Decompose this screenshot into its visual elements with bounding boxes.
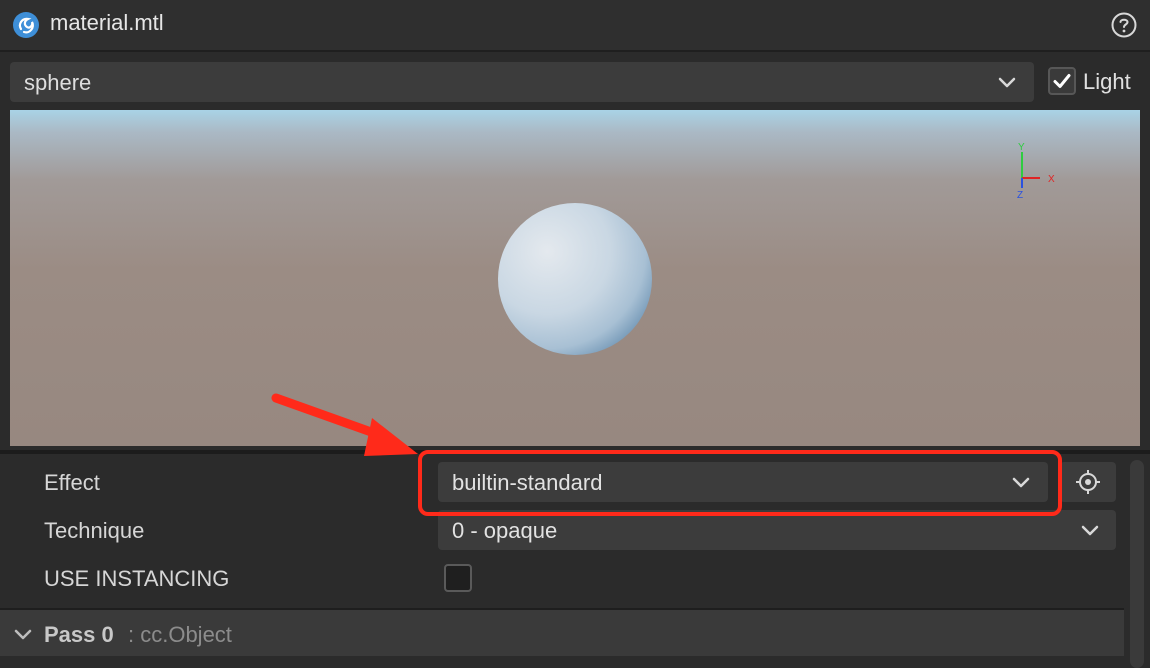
checkmark-icon	[1053, 74, 1071, 88]
window-title: material.mtl	[50, 10, 164, 35]
effect-label: Effect	[44, 470, 100, 495]
pass-type: : cc.Object	[128, 622, 232, 647]
technique-label: Technique	[44, 518, 145, 543]
chevron-down-icon	[1081, 525, 1099, 536]
scrollbar[interactable]	[1130, 460, 1144, 668]
axis-y-label: Y	[1018, 142, 1025, 153]
axis-z-label: Z	[1017, 190, 1023, 201]
light-label: Light	[1083, 69, 1131, 94]
chevron-down-icon	[998, 77, 1016, 88]
use-instancing-checkbox[interactable]	[444, 564, 472, 592]
axis-x-label: X	[1048, 174, 1055, 185]
pass-0-header[interactable]: Pass 0 : cc.Object	[0, 608, 1124, 656]
chevron-down-icon	[14, 629, 32, 640]
use-instancing-label: USE INSTANCING	[44, 566, 230, 591]
material-preview-viewport[interactable]: Y X Z	[10, 110, 1140, 446]
technique-select[interactable]: 0 - opaque	[438, 510, 1116, 550]
title-bar: material.mtl	[0, 0, 1150, 52]
cocos-creator-icon	[13, 12, 39, 38]
pass-title: Pass 0	[44, 622, 114, 647]
effect-select[interactable]: builtin-standard	[438, 462, 1048, 502]
preview-model-select[interactable]: sphere	[10, 62, 1034, 102]
effect-value: builtin-standard	[452, 470, 603, 495]
chevron-down-icon	[1012, 477, 1030, 488]
light-checkbox[interactable]	[1048, 67, 1076, 95]
technique-value: 0 - opaque	[452, 518, 558, 543]
locate-effect-button[interactable]	[1060, 462, 1116, 502]
preview-model-value: sphere	[24, 70, 92, 95]
locate-target-icon	[1076, 470, 1100, 494]
preview-sphere	[498, 203, 652, 355]
axis-gizmo: Y X Z	[1017, 142, 1055, 201]
help-icon[interactable]	[1110, 11, 1138, 39]
panel-divider[interactable]	[0, 450, 1150, 454]
